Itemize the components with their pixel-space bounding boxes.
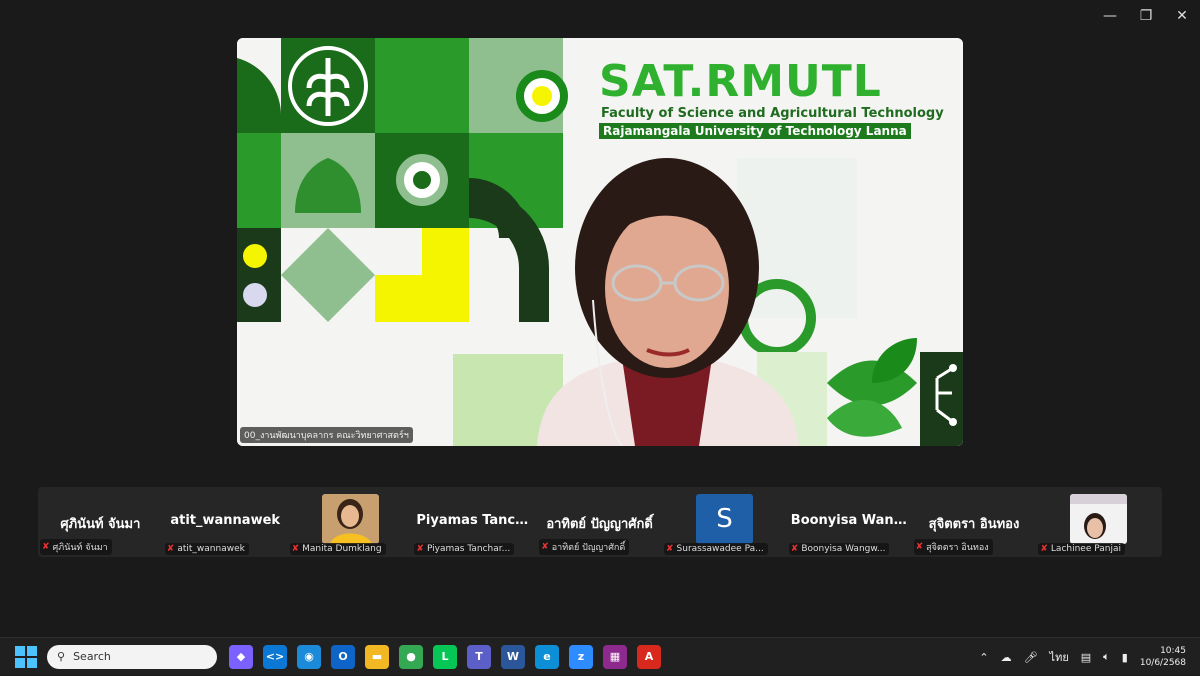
participant-display-name: Piyamas Tancha... (416, 513, 538, 528)
brand-subtitle: Faculty of Science and Agricultural Tech… (601, 106, 944, 121)
clock[interactable]: 10:45 10/6/2568 (1140, 645, 1186, 669)
participant-label-text: Manita Dumklang (302, 544, 382, 554)
participant-label-text: อาทิตย์ ปัญญาศักดิ์ (551, 543, 626, 553)
search-icon: ⚲ (57, 650, 66, 663)
participant-name-label: ✘ Surassawadee Pa... (663, 543, 768, 555)
zoom-icon[interactable]: z (569, 644, 593, 669)
microphone-icon[interactable]: 🎤︎ (1024, 651, 1038, 664)
participant-name-label: ✘ อาทิตย์ ปัญญาศักดิ์ (539, 539, 630, 555)
muted-microphone-icon: ✘ (166, 544, 175, 554)
active-speaker-video[interactable]: SAT.RMUTL Faculty of Science and Agricul… (237, 38, 963, 446)
chevron-up-icon[interactable]: ⌃ (979, 651, 988, 664)
window-controls: — ❐ ✕ (1092, 0, 1200, 32)
clock-date: 10/6/2568 (1139, 658, 1186, 668)
participant-tile[interactable]: S ✘ Surassawadee Pa... (662, 487, 787, 557)
minimize-icon[interactable]: — (1092, 0, 1128, 32)
winrar-icon[interactable]: ▦ (603, 644, 627, 669)
restore-icon[interactable]: ❐ (1128, 0, 1164, 32)
system-tray: ⌃ ☁ 🎤︎ ไทย ▤ 🔈︎ ▮ 10:45 10/6/2568 (979, 638, 1186, 676)
muted-microphone-icon: ✘ (42, 542, 50, 552)
clock-time: 10:45 (1160, 646, 1186, 656)
muted-microphone-icon: ✘ (416, 544, 424, 554)
acrobat-icon[interactable]: A (637, 644, 661, 669)
participant-name-label: ✘ atit_wannawek (164, 543, 249, 555)
muted-microphone-icon: ✘ (291, 544, 300, 554)
speaker-name-label: 00_งานพัฒนาบุคลากร คณะวิทยาศาสตร์ฯ (240, 427, 413, 443)
participant-tile[interactable]: สุจิตตรา อินทอง ✘ สุจิตตรา อินทอง (912, 487, 1037, 557)
participant-label-text: Boonyisa Wangw... (801, 544, 886, 554)
muted-microphone-icon: ✘ (1040, 544, 1048, 554)
brand-university: Rajamangala University of Technology Lan… (599, 123, 911, 139)
windows-taskbar: ⚲ Search ◆ <> ◉ O ▬ ● L T We z ▦ A ⌃ ☁ 🎤︎ ไทย ▤ 🔈︎ … (0, 637, 1200, 675)
participant-display-name: Boonyisa Wang... (790, 513, 912, 528)
file-explorer-icon[interactable]: ▬ (365, 644, 389, 669)
taskbar-pinned-apps: ◆ <> ◉ O ▬ ● L T We z ▦ A (229, 644, 661, 669)
participant-tile[interactable]: ✘ Lachinee Panjai (1036, 487, 1161, 557)
taskbar-search-box[interactable]: ⚲ Search (47, 644, 217, 669)
participant-label-text: Piyamas Tanchar... (426, 544, 511, 554)
participant-name-label: ✘ Lachinee Panjai (1038, 543, 1126, 555)
participant-name-label: ✘ Boonyisa Wangw... (788, 543, 890, 555)
avatar (1070, 494, 1128, 544)
network-icon[interactable]: ▤ (1081, 651, 1091, 664)
close-icon[interactable]: ✕ (1164, 0, 1200, 32)
participant-display-name: atit_wannawek (170, 513, 281, 528)
language-indicator[interactable]: ไทย (1050, 648, 1069, 666)
participant-label-text: Lachinee Panjai (1050, 544, 1122, 554)
avatar: S (695, 494, 753, 544)
participant-tile[interactable]: atit_wannawek ✘ atit_wannawek (163, 487, 288, 557)
battery-icon[interactable]: ▮ (1122, 651, 1128, 664)
onedrive-icon[interactable]: ☁ (1001, 651, 1012, 664)
participant-tile[interactable]: Piyamas Tancha... ✘ Piyamas Tanchar... (412, 487, 537, 557)
participant-tile[interactable]: ศุภินันท์ จันมา ✘ ศุภินันท์ จันมา (38, 487, 163, 557)
participant-name-label: ✘ Manita Dumklang (289, 543, 386, 555)
participant-tile[interactable]: อาทิตย์ ปัญญาศักดิ์ ✘ อาทิตย์ ปัญญาศักดิ์ (537, 487, 662, 557)
participant-display-name: สุจิตตรา อินทอง (928, 517, 1020, 532)
edge-icon[interactable]: e (535, 644, 559, 669)
participant-display-name: อาทิตย์ ปัญญาศักดิ์ (546, 517, 653, 532)
outlook-icon[interactable]: O (331, 644, 355, 669)
line-icon[interactable]: L (433, 644, 457, 669)
participant-display-name: ศุภินันท์ จันมา (60, 517, 141, 532)
participant-name-label: ✘ Piyamas Tanchar... (414, 543, 515, 555)
muted-microphone-icon: ✘ (665, 544, 674, 554)
browser-app-icon[interactable]: ◉ (297, 644, 321, 669)
participant-tile[interactable]: ✘ Manita Dumklang (288, 487, 413, 557)
muted-microphone-icon: ✘ (541, 542, 549, 552)
muted-microphone-icon: ✘ (915, 542, 924, 552)
volume-icon[interactable]: 🔈︎ (1103, 650, 1110, 664)
muted-microphone-icon: ✘ (790, 544, 799, 554)
avatar (321, 494, 379, 544)
vscode-icon[interactable]: <> (263, 644, 287, 669)
chrome-icon[interactable]: ● (399, 644, 423, 669)
participant-label-text: Surassawadee Pa... (676, 544, 764, 554)
start-button[interactable] (15, 645, 37, 668)
zoom-meeting-window: — ❐ ✕ SAT.RMUTL Faculty of Science and A… (0, 0, 1200, 637)
participant-name-label: ✘ ศุภินันท์ จันมา (40, 539, 112, 555)
participant-label-text: ศุภินันท์ จันมา (52, 543, 108, 553)
participant-label-text: สุจิตตรา อินทอง (926, 543, 989, 553)
teams-icon[interactable]: T (467, 644, 491, 669)
brand-title: SAT.RMUTL (599, 56, 882, 107)
participant-tile[interactable]: Boonyisa Wang... ✘ Boonyisa Wangw... (787, 487, 912, 557)
participant-strip: ศุภินันท์ จันมา ✘ ศุภินันท์ จันมา atit_wann… (38, 487, 1162, 557)
participant-name-label: ✘ สุจิตตรา อินทอง (913, 539, 993, 555)
copilot-icon[interactable]: ◆ (229, 644, 253, 669)
search-placeholder: Search (73, 650, 111, 663)
word-icon[interactable]: W (501, 644, 525, 669)
participant-label-text: atit_wannawek (177, 544, 245, 554)
